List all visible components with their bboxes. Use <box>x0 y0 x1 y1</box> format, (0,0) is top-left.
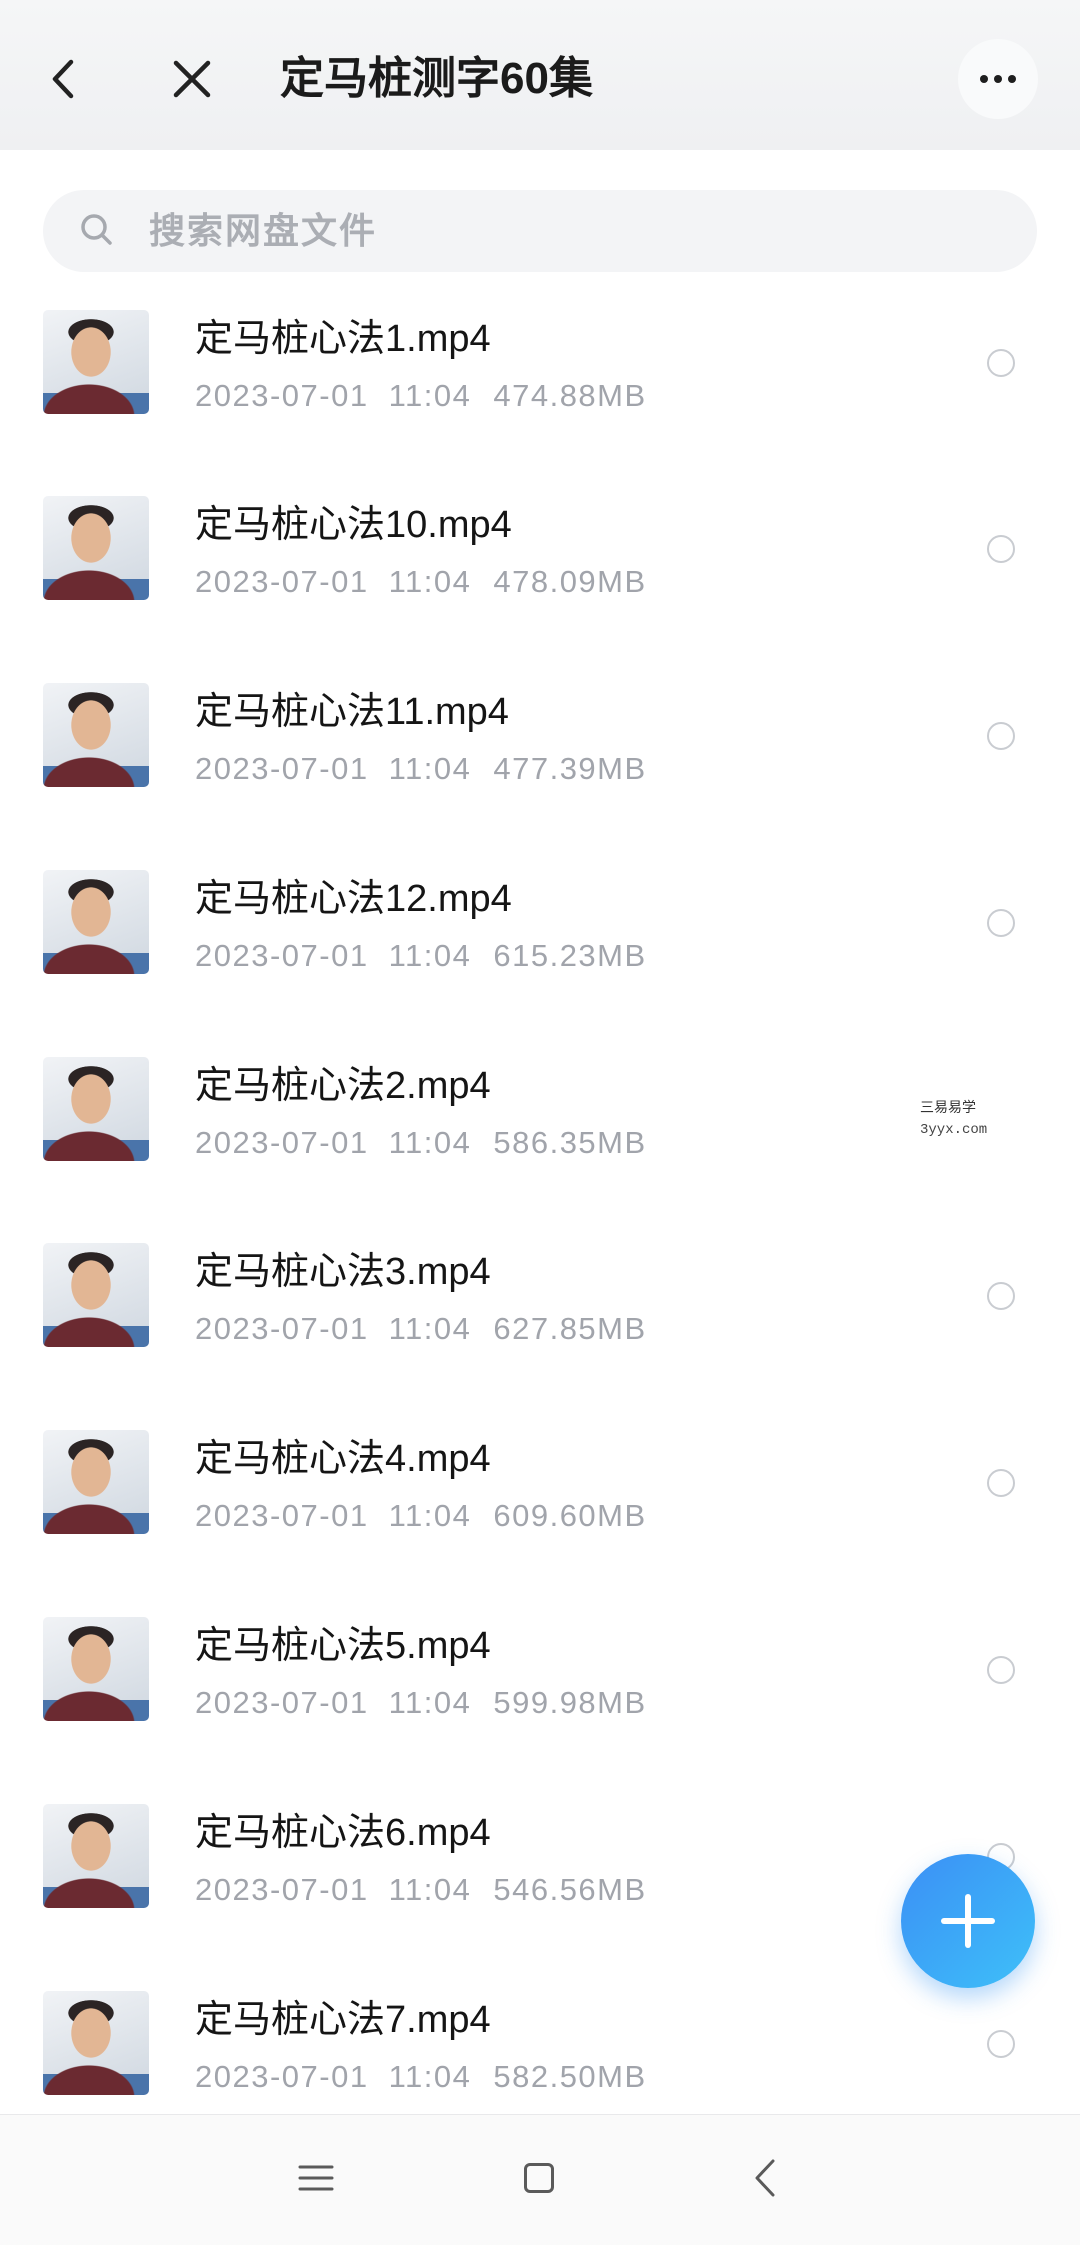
file-name: 定马桩心法1.mp4 <box>195 317 491 360</box>
video-thumbnail <box>43 1617 149 1722</box>
video-thumbnail <box>43 1990 149 2095</box>
file-time: 11:04 <box>388 2058 472 2094</box>
more-dot <box>1008 75 1016 83</box>
file-row[interactable]: 定马桩心法12.mp4 2023-07-01 11:04 615.23MB <box>0 829 1080 1016</box>
file-meta: 2023-07-01 11:04 615.23MB <box>195 937 647 975</box>
file-size: 582.50MB <box>493 2058 647 2094</box>
more-horizontal-icon[interactable] <box>958 39 1038 119</box>
file-name: 定马桩心法6.mp4 <box>195 1811 491 1854</box>
file-name: 定马桩心法7.mp4 <box>195 1998 491 2041</box>
file-time: 11:04 <box>388 1311 472 1347</box>
page-title: 定马桩测字60集 <box>280 54 593 103</box>
video-thumbnail <box>43 1243 149 1348</box>
file-size: 546.56MB <box>493 1871 647 1907</box>
file-date: 2023-07-01 <box>195 377 369 413</box>
file-meta: 2023-07-01 11:04 582.50MB <box>195 2058 647 2096</box>
file-date: 2023-07-01 <box>195 1124 369 1160</box>
video-thumbnail <box>43 683 149 788</box>
file-date: 2023-07-01 <box>195 564 369 600</box>
file-time: 11:04 <box>388 1685 472 1721</box>
file-date: 2023-07-01 <box>195 1498 369 1534</box>
file-name: 定马桩心法5.mp4 <box>195 1625 491 1668</box>
file-row[interactable]: 定马桩心法11.mp4 2023-07-01 11:04 477.39MB <box>0 642 1080 829</box>
file-size: 609.60MB <box>493 1498 647 1534</box>
file-name: 定马桩心法2.mp4 <box>195 1064 491 1107</box>
file-meta: 2023-07-01 11:04 474.88MB <box>195 377 647 415</box>
file-meta: 2023-07-01 11:04 546.56MB <box>195 1871 647 1909</box>
search-bar[interactable] <box>43 190 1037 272</box>
chevron-left-icon[interactable] <box>44 59 84 99</box>
file-meta: 2023-07-01 11:04 609.60MB <box>195 1497 647 1535</box>
file-time: 11:04 <box>388 1498 472 1534</box>
video-thumbnail <box>43 1430 149 1535</box>
video-thumbnail <box>43 1803 149 1908</box>
add-button[interactable] <box>901 1854 1035 1988</box>
select-radio[interactable] <box>987 1469 1015 1498</box>
file-size: 615.23MB <box>493 937 647 973</box>
file-meta: 2023-07-01 11:04 586.35MB <box>195 1124 647 1162</box>
file-row[interactable]: 定马桩心法4.mp4 2023-07-01 11:04 609.60MB <box>0 1389 1080 1576</box>
select-radio[interactable] <box>987 1282 1015 1311</box>
file-size: 586.35MB <box>493 1124 647 1160</box>
watermark: 三易易学 3yyx.com <box>905 1093 1055 1145</box>
video-thumbnail <box>43 869 149 974</box>
file-date: 2023-07-01 <box>195 1871 369 1907</box>
select-radio[interactable] <box>987 348 1015 377</box>
file-list[interactable]: 定马桩心法1.mp4 2023-07-01 11:04 474.88MB 定马桩心法10… <box>0 269 1080 2115</box>
file-row[interactable]: 定马桩心法5.mp4 2023-07-01 11:04 599.98MB <box>0 1576 1080 1763</box>
top-bar: 定马桩测字60集 <box>0 0 1080 150</box>
file-time: 11:04 <box>388 1124 472 1160</box>
file-row[interactable]: 定马桩心法3.mp4 2023-07-01 11:04 627.85MB <box>0 1202 1080 1389</box>
file-row[interactable]: 定马桩心法7.mp4 2023-07-01 11:04 582.50MB <box>0 1950 1080 2114</box>
more-dot <box>994 75 1002 83</box>
more-dot <box>980 75 988 83</box>
select-radio[interactable] <box>987 535 1015 564</box>
select-radio[interactable] <box>987 722 1015 751</box>
select-radio[interactable] <box>987 1656 1015 1685</box>
file-time: 11:04 <box>388 1871 472 1907</box>
file-size: 478.09MB <box>493 564 647 600</box>
back-chevron-icon[interactable] <box>753 2158 777 2198</box>
file-name: 定马桩心法3.mp4 <box>195 1251 491 1294</box>
file-name: 定马桩心法12.mp4 <box>195 877 512 920</box>
close-icon[interactable] <box>172 59 212 99</box>
video-thumbnail <box>43 496 149 601</box>
search-input[interactable] <box>149 190 1009 272</box>
select-radio[interactable] <box>987 2029 1015 2058</box>
file-meta: 2023-07-01 11:04 627.85MB <box>195 1310 647 1348</box>
select-radio[interactable] <box>987 908 1015 937</box>
file-time: 11:04 <box>388 937 472 973</box>
watermark-text: 三易易学 <box>920 1100 976 1116</box>
plus-icon <box>965 1894 971 1948</box>
file-folder-screen: 定马桩测字60集 定马桩心法1.mp4 2023-07-01 11:04 474.88… <box>0 0 1080 2245</box>
file-date: 2023-07-01 <box>195 2058 369 2094</box>
file-date: 2023-07-01 <box>195 937 369 973</box>
file-time: 11:04 <box>388 377 472 413</box>
file-date: 2023-07-01 <box>195 1311 369 1347</box>
file-size: 477.39MB <box>493 751 647 787</box>
file-size: 599.98MB <box>493 1685 647 1721</box>
watermark-url: 3yyx.com <box>920 1122 988 1138</box>
file-time: 11:04 <box>388 751 472 787</box>
file-time: 11:04 <box>388 564 472 600</box>
system-navigation-bar <box>0 2114 1080 2245</box>
file-size: 627.85MB <box>493 1311 647 1347</box>
search-icon <box>81 214 112 245</box>
file-size: 474.88MB <box>493 377 647 413</box>
menu-icon[interactable] <box>298 2163 334 2193</box>
file-meta: 2023-07-01 11:04 599.98MB <box>195 1684 647 1722</box>
file-row[interactable]: 定马桩心法1.mp4 2023-07-01 11:04 474.88MB <box>0 269 1080 456</box>
file-date: 2023-07-01 <box>195 1685 369 1721</box>
file-name: 定马桩心法4.mp4 <box>195 1438 491 1481</box>
file-meta: 2023-07-01 11:04 477.39MB <box>195 750 647 788</box>
file-row[interactable]: 定马桩心法10.mp4 2023-07-01 11:04 478.09MB <box>0 455 1080 642</box>
square-home-icon[interactable] <box>524 2163 554 2193</box>
file-date: 2023-07-01 <box>195 751 369 787</box>
file-name: 定马桩心法11.mp4 <box>195 691 509 734</box>
file-name: 定马桩心法10.mp4 <box>195 504 512 547</box>
video-thumbnail <box>43 1056 149 1161</box>
file-meta: 2023-07-01 11:04 478.09MB <box>195 563 647 601</box>
video-thumbnail <box>43 309 149 414</box>
